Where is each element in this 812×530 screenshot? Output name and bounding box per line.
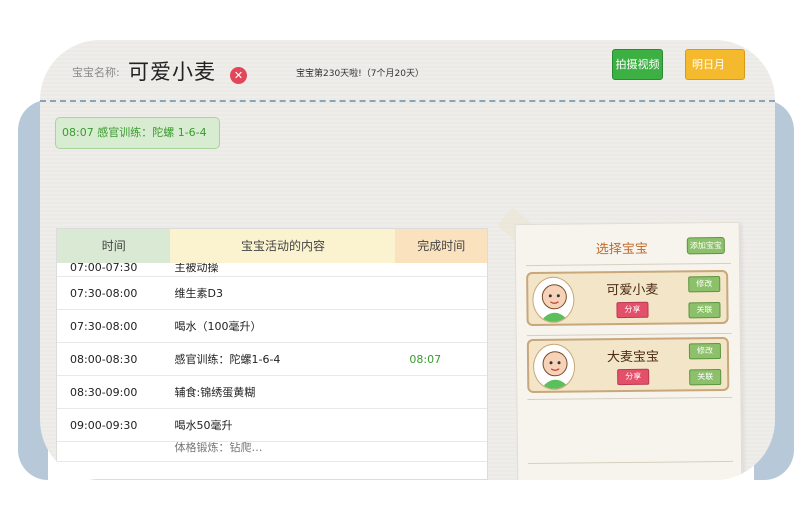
divider [527, 396, 733, 401]
cell-time [57, 442, 171, 461]
link-button[interactable]: 关联 [688, 302, 721, 319]
panel-title: 选择宝宝 [595, 241, 648, 258]
current-activity-badge[interactable]: 08:07 感官训练：陀螺 1-6-4 [55, 117, 220, 149]
baby-select-panel: 选择宝宝 添加宝宝 可爱小麦 分享 修改 关联 大麦宝宝 分享 修改 关联 [514, 221, 743, 480]
column-header-done: 完成时间 [395, 229, 487, 263]
column-header-content: 宝宝活动的内容 [170, 229, 396, 263]
table-row[interactable]: 07:30-08:00 维生素D3 [57, 277, 487, 310]
divider [528, 460, 734, 465]
cell-time: 07:30-08:00 [70, 320, 138, 333]
cell-time: 08:30-09:00 [70, 386, 138, 399]
baby-name-label: 宝宝名称: [72, 66, 120, 79]
baby-card[interactable]: 可爱小麦 分享 修改 关联 [526, 269, 729, 327]
edit-button[interactable]: 修改 [688, 343, 722, 360]
column-header-time: 时间 [57, 229, 171, 263]
baby-age-text: 宝宝第230天啦!（7个月20天） [296, 69, 424, 79]
baby-card[interactable]: 大麦宝宝 分享 修改 关联 [526, 336, 730, 394]
cell-content: 体格锻炼：钻爬… [174, 442, 263, 454]
cell-content: 感官训练：陀螺1-6-4 [174, 353, 281, 366]
table-row[interactable]: 07:30-08:00 喝水（100毫升） [57, 310, 487, 343]
cell-done [395, 442, 487, 461]
baby-avatar-icon [532, 343, 576, 390]
table-row[interactable]: 07:00-07:30 主被动操 [57, 263, 487, 277]
add-baby-button[interactable]: 添加宝宝 [686, 236, 725, 255]
baby-avatar-icon [532, 276, 575, 324]
cell-content: 喝水（100毫升） [174, 320, 262, 333]
share-button[interactable]: 分享 [616, 301, 649, 319]
header-bar: 宝宝名称: 可爱小麦 ✕ 宝宝第230天啦!（7个月20天） 拍摄视频 明日月 [40, 40, 775, 102]
cell-time: 08:00-08:30 [70, 353, 138, 366]
cell-content: 主被动操 [174, 263, 219, 274]
tomorrow-plan-button[interactable]: 明日月 [685, 49, 745, 80]
table-row[interactable]: 体格锻炼：钻爬… [57, 442, 487, 462]
table-row[interactable]: 09:00-09:30 喝水50毫升 [57, 409, 487, 442]
baby-card-name: 大麦宝宝 [606, 349, 660, 366]
cell-content: 喝水50毫升 [174, 419, 233, 432]
cell-time: 09:00-09:30 [70, 419, 138, 432]
link-button[interactable]: 关联 [689, 369, 722, 386]
table-row[interactable]: 08:00-08:30 感官训练：陀螺1-6-4 08:07 [57, 343, 487, 376]
app-window: 宝宝名称: 可爱小麦 ✕ 宝宝第230天啦!（7个月20天） 拍摄视频 明日月 … [40, 40, 775, 480]
cell-time: 07:00-07:30 [70, 263, 138, 274]
activity-table: 时间 宝宝活动的内容 完成时间 07:00-07:30 主被动操 07:30-0… [56, 228, 488, 480]
divider [526, 262, 732, 267]
record-video-button[interactable]: 拍摄视频 [612, 49, 663, 80]
close-icon[interactable]: ✕ [230, 67, 247, 84]
share-button[interactable]: 分享 [617, 368, 650, 386]
baby-name: 可爱小麦 [128, 60, 216, 84]
cell-done [395, 263, 487, 276]
table-body: 07:00-07:30 主被动操 07:30-08:00 维生素D3 07:30… [57, 263, 487, 462]
cell-content: 维生素D3 [174, 287, 223, 300]
cell-done: 08:07 [409, 353, 442, 366]
divider [526, 332, 732, 337]
cell-content: 辅食:锦绣蛋黄糊 [174, 386, 256, 399]
cell-done [395, 409, 487, 441]
cell-done [395, 376, 487, 408]
cell-done [395, 277, 487, 309]
edit-button[interactable]: 修改 [688, 276, 721, 293]
baby-card-name: 可爱小麦 [606, 282, 659, 299]
table-header: 时间 宝宝活动的内容 完成时间 [57, 229, 487, 263]
cell-time: 07:30-08:00 [70, 287, 138, 300]
cell-done [395, 310, 487, 342]
table-row[interactable]: 08:30-09:00 辅食:锦绣蛋黄糊 [57, 376, 487, 409]
